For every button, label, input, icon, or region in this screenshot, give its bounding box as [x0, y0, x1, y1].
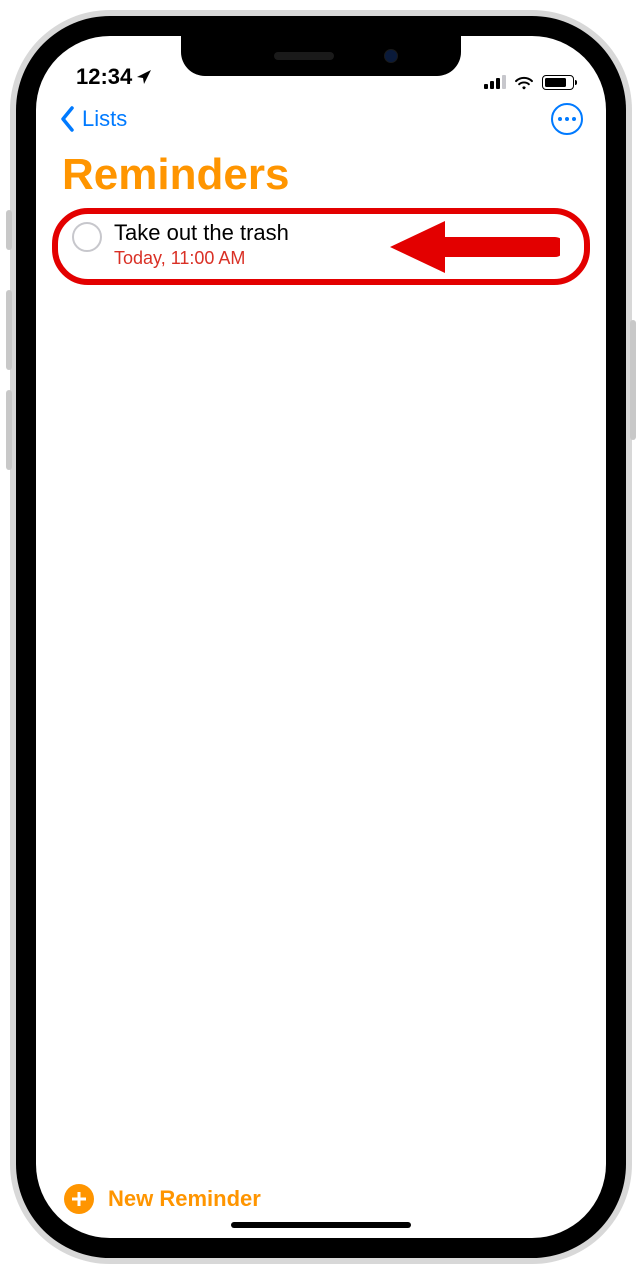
- nav-bar: Lists: [36, 94, 606, 144]
- content-area: Take out the trash Today, 11:00 AM: [36, 208, 606, 1174]
- power-button: [630, 320, 636, 440]
- wifi-icon: [513, 74, 535, 90]
- front-camera: [384, 49, 398, 63]
- status-right: [484, 74, 574, 90]
- battery-icon: [542, 75, 574, 90]
- chevron-left-icon: [58, 104, 78, 134]
- notch: [181, 36, 461, 76]
- speaker: [274, 52, 334, 60]
- volume-down-button: [6, 390, 12, 470]
- new-reminder-label: New Reminder: [108, 1186, 261, 1212]
- device-frame: 12:34: [10, 10, 632, 1264]
- reminder-text-wrap: Take out the trash Today, 11:00 AM: [114, 220, 289, 269]
- new-reminder-button[interactable]: New Reminder: [64, 1184, 261, 1214]
- device-bezel: 12:34: [16, 16, 626, 1258]
- cellular-icon: [484, 75, 506, 89]
- reminder-title: Take out the trash: [114, 220, 289, 246]
- home-indicator[interactable]: [231, 1222, 411, 1228]
- back-button[interactable]: Lists: [58, 104, 127, 134]
- location-icon: [136, 69, 152, 85]
- more-button[interactable]: [550, 102, 584, 136]
- plus-circle-icon: [64, 1184, 94, 1214]
- screen: 12:34: [36, 36, 606, 1238]
- back-label: Lists: [82, 106, 127, 132]
- silence-switch: [6, 210, 12, 250]
- reminder-checkbox[interactable]: [72, 222, 102, 252]
- annotation-arrow-icon: [390, 217, 560, 277]
- page-title: Reminders: [36, 144, 606, 208]
- reminder-due: Today, 11:00 AM: [114, 248, 289, 269]
- footer: New Reminder: [36, 1174, 606, 1238]
- annotation-highlight: Take out the trash Today, 11:00 AM: [52, 208, 590, 285]
- status-time: 12:34: [76, 64, 132, 90]
- status-left: 12:34: [76, 64, 152, 90]
- volume-up-button: [6, 290, 12, 370]
